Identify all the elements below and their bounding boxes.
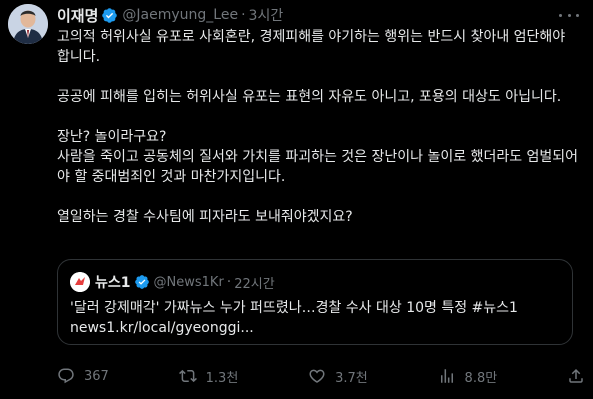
views-count: 8.8만 <box>464 370 498 386</box>
verified-badge-icon <box>101 7 118 24</box>
more-icon[interactable] <box>559 8 579 22</box>
like-button[interactable]: 3.7천 <box>308 367 368 386</box>
quote-text-line: '달러 강제매각' 가짜뉴스 누가 퍼뜨렸나…경찰 수사 대상 10명 특정 #… <box>70 300 518 316</box>
tweet-paragraph: 고의적 허위사실 유포로 사회혼란, 경제피해를 야기하는 행위는 반드시 찾아… <box>57 29 566 65</box>
tweet-paragraph: 열일하는 경찰 수사팀에 피자라도 보내줘야겠지요? <box>57 209 353 225</box>
retweet-button[interactable]: 1.3천 <box>178 367 239 386</box>
tweet-paragraph: 사람을 죽이고 공동체의 질서와 가치를 파괴하는 것은 장난이나 놀이로 했더… <box>57 149 579 185</box>
quote-tweet-card[interactable]: 뉴스1 @News1Kr · 22시간 '달러 강제매각' 가짜뉴스 누가 퍼뜨… <box>57 259 573 345</box>
action-bar: 367 1.3천 3.7천 8.8만 <box>57 365 585 387</box>
retweet-count: 1.3천 <box>205 370 239 386</box>
author-handle[interactable]: @Jaemyung_Lee <box>122 7 238 23</box>
tweet-paragraph: 공공에 피해를 입히는 허위사실 유포는 표현의 자유도 아니고, 포용의 대상… <box>57 89 562 105</box>
tweet-timestamp[interactable]: 3시간 <box>249 5 284 25</box>
separator-dot: · <box>241 7 246 23</box>
tweet-paragraph: 장난? 놀이라구요? <box>57 129 167 145</box>
views-button[interactable]: 8.8만 <box>438 367 498 386</box>
tweet-header: 이재명 @Jaemyung_Lee · 3시간 <box>57 4 553 26</box>
quote-link[interactable]: news1.kr/local/gyeonggi... <box>70 318 560 338</box>
separator-dot: · <box>226 274 232 290</box>
quote-text: '달러 강제매각' 가짜뉴스 누가 퍼뜨렸나…경찰 수사 대상 10명 특정 #… <box>70 298 560 338</box>
retweet-icon <box>178 367 197 385</box>
reply-icon <box>57 367 75 385</box>
share-icon <box>567 367 585 385</box>
author-avatar[interactable] <box>8 4 48 44</box>
quote-header: 뉴스1 @News1Kr · 22시간 <box>70 271 275 293</box>
reply-button[interactable]: 367 <box>57 367 109 385</box>
news1-logo-icon <box>70 272 90 292</box>
quote-timestamp[interactable]: 22시간 <box>234 273 274 292</box>
verified-badge-icon <box>134 274 150 290</box>
heart-icon <box>308 367 326 385</box>
quote-avatar <box>70 272 90 292</box>
tweet-text: 고의적 허위사실 유포로 사회혼란, 경제피해를 야기하는 행위는 반드시 찾아… <box>57 27 579 227</box>
reply-count: 367 <box>84 368 109 384</box>
quote-author-name[interactable]: 뉴스1 <box>95 272 131 292</box>
views-icon <box>438 367 456 385</box>
author-name[interactable]: 이재명 <box>57 5 98 26</box>
like-count: 3.7천 <box>335 370 368 386</box>
quote-handle[interactable]: @News1Kr <box>154 275 224 290</box>
share-button[interactable] <box>567 367 585 385</box>
